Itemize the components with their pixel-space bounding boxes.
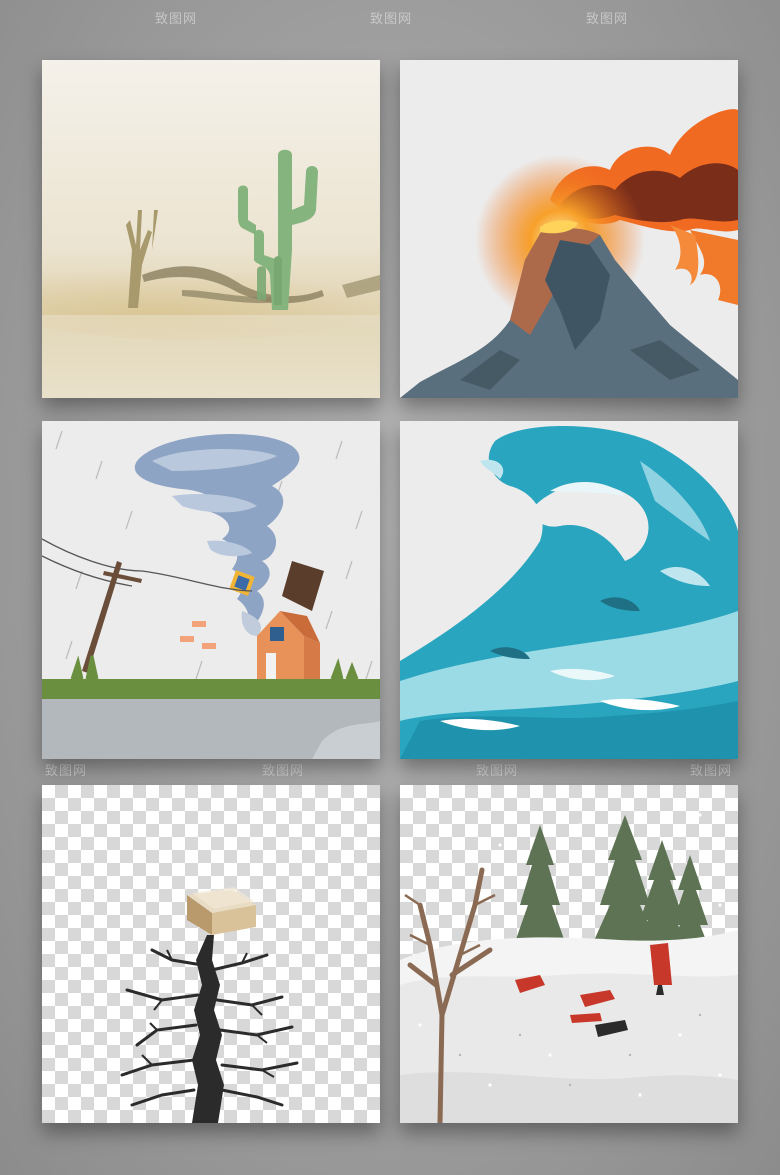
cactus-desert-icon <box>42 60 380 398</box>
watermark-text: 致图网 <box>690 764 733 779</box>
panel-earthquake <box>42 785 380 1123</box>
watermark-text: 致图网 <box>155 12 198 27</box>
panel-tornado <box>42 421 380 759</box>
ground-crack-house-icon <box>120 887 299 1123</box>
volcano-eruption-icon <box>400 60 738 398</box>
panel-volcano <box>400 60 738 398</box>
tornado-house-icon <box>42 421 380 759</box>
panel-drought <box>42 60 380 398</box>
watermark-text: 致图网 <box>45 764 88 779</box>
panel-blizzard <box>400 785 738 1123</box>
watermark-text: 致图网 <box>476 764 519 779</box>
tsunami-wave-icon <box>400 421 738 759</box>
panel-tsunami <box>400 421 738 759</box>
snowstorm-trees-icon <box>400 813 738 1123</box>
watermark-text: 致图网 <box>586 12 629 27</box>
watermark-text: 致图网 <box>262 764 305 779</box>
watermark-text: 致图网 <box>370 12 413 27</box>
